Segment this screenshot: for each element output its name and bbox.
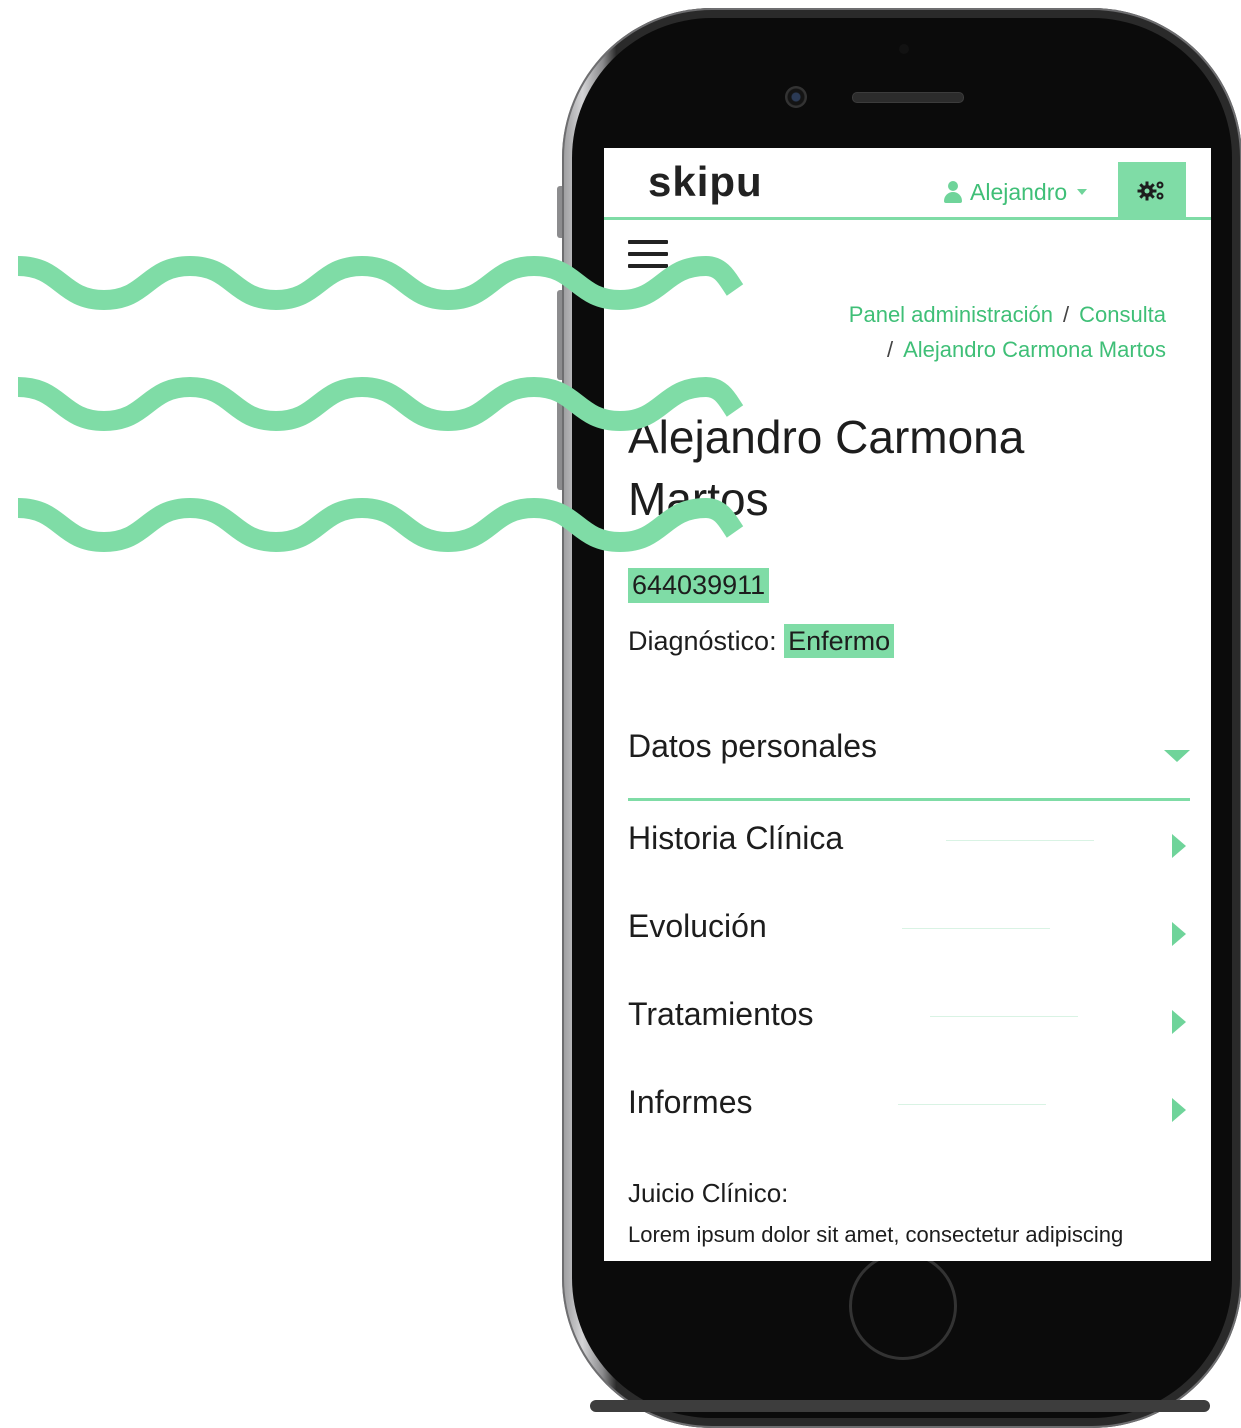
breadcrumb-current[interactable]: Alejandro Carmona Martos	[903, 337, 1166, 362]
app-screen: skipu Alejandro Panel administración / C…	[604, 148, 1211, 1261]
diagnosis-row: Diagnóstico: Enfermo	[628, 624, 895, 658]
user-name: Alejandro	[970, 178, 1068, 205]
juicio-clinico-label: Juicio Clínico:	[628, 1178, 789, 1208]
breadcrumb: Panel administración / Consulta	[849, 302, 1166, 328]
breadcrumb-line-2: / Alejandro Carmona Martos	[877, 337, 1166, 363]
section-historia-clinica[interactable]: Historia Clínica	[628, 820, 1190, 870]
patient-phone-badge: 644039911	[628, 568, 770, 603]
breadcrumb-separator: /	[1063, 302, 1070, 327]
breadcrumb-link-panel[interactable]: Panel administración	[849, 302, 1053, 327]
patient-name: Alejandro Carmona Martos	[628, 411, 1025, 525]
caret-down-icon	[1077, 189, 1088, 195]
section-title: Evolución	[628, 908, 767, 944]
caret-right-icon	[1172, 922, 1186, 946]
front-camera-icon	[785, 86, 807, 108]
diagnosis-label: Diagnóstico:	[628, 626, 777, 656]
breadcrumb-separator: /	[886, 337, 894, 362]
caret-right-icon	[1172, 1098, 1186, 1122]
section-title: Tratamientos	[628, 996, 814, 1032]
user-menu-dropdown[interactable]: Alejandro	[942, 172, 1088, 212]
section-evolucion[interactable]: Evolución	[628, 908, 1190, 958]
section-informes[interactable]: Informes	[628, 1084, 1190, 1134]
phone-bottom-edge	[590, 1400, 1210, 1412]
section-divider	[628, 798, 1190, 801]
section-datos-personales[interactable]: Datos personales	[628, 728, 1190, 778]
decorative-line	[898, 1104, 1046, 1105]
section-title: Datos personales	[628, 728, 878, 764]
top-navbar: skipu Alejandro	[604, 148, 1211, 220]
breadcrumb-link-consulta[interactable]: Consulta	[1079, 302, 1166, 327]
diagnosis-badge: Enfermo	[784, 624, 895, 658]
hamburger-menu-icon[interactable]	[628, 240, 668, 276]
caret-right-icon	[1172, 834, 1186, 858]
settings-button[interactable]	[1118, 162, 1186, 218]
user-icon	[942, 179, 964, 205]
gears-icon	[1137, 181, 1164, 201]
section-title: Historia Clínica	[628, 820, 844, 856]
phone-speaker	[852, 92, 964, 103]
section-tratamientos[interactable]: Tratamientos	[628, 996, 1190, 1046]
section-title: Informes	[628, 1084, 753, 1120]
juicio-clinico-text: Lorem ipsum dolor sit amet, consectetur …	[628, 1222, 1124, 1247]
caret-right-icon	[1172, 1010, 1186, 1034]
decorative-line	[946, 840, 1094, 841]
brand-logo[interactable]: skipu	[648, 158, 763, 206]
decorative-line	[902, 928, 1050, 929]
phone-sensor	[899, 44, 909, 54]
caret-down-icon	[1164, 750, 1190, 762]
decorative-line	[930, 1016, 1078, 1017]
home-button[interactable]	[849, 1252, 957, 1360]
